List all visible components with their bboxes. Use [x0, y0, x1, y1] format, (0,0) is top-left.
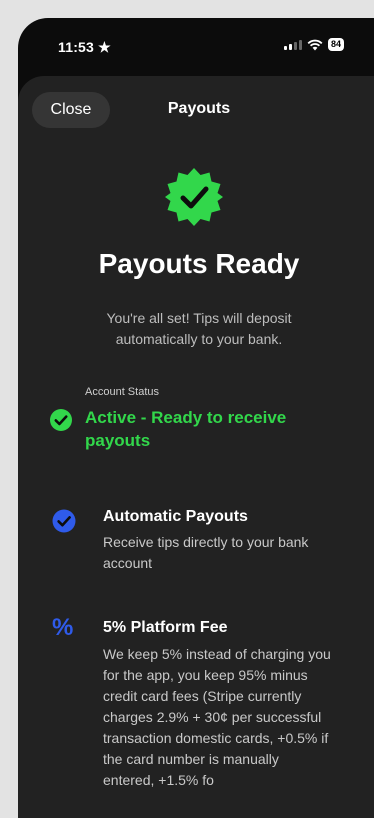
platform-fee-description: We keep 5% instead of charging you for t…	[103, 646, 331, 788]
phone-screen: 11:53 ★ 84 Close Payouts Payouts Ready Y…	[18, 18, 374, 818]
payouts-sheet: Close Payouts Payouts Ready You're all s…	[18, 76, 374, 818]
verified-check-badge-icon	[165, 168, 223, 226]
check-circle-icon	[50, 409, 72, 431]
sheet-title: Payouts	[167, 100, 231, 117]
payouts-ready-subtitle: You're all set! Tips will deposit automa…	[106, 310, 292, 347]
automatic-payouts-description: Receive tips directly to your bank accou…	[103, 534, 309, 571]
clock-text: 11:53	[58, 39, 95, 55]
status-indicators: 84	[283, 38, 344, 51]
account-status-label: Account Status	[85, 386, 159, 398]
cellular-signal-icon	[283, 39, 302, 50]
payouts-ready-heading: Payouts Ready	[98, 248, 300, 279]
star-icon: ★	[98, 39, 111, 55]
percent-icon: %	[52, 614, 74, 641]
battery-indicator: 84	[327, 38, 344, 51]
check-circle-icon	[52, 509, 76, 533]
status-time: 11:53 ★	[58, 39, 111, 56]
wifi-icon	[307, 39, 323, 50]
account-status-value: Active - Ready to receive payouts	[85, 408, 287, 450]
platform-fee-title: 5% Platform Fee	[103, 619, 228, 636]
status-bar: 11:53 ★ 84	[18, 18, 374, 78]
automatic-payouts-title: Automatic Payouts	[103, 508, 248, 525]
